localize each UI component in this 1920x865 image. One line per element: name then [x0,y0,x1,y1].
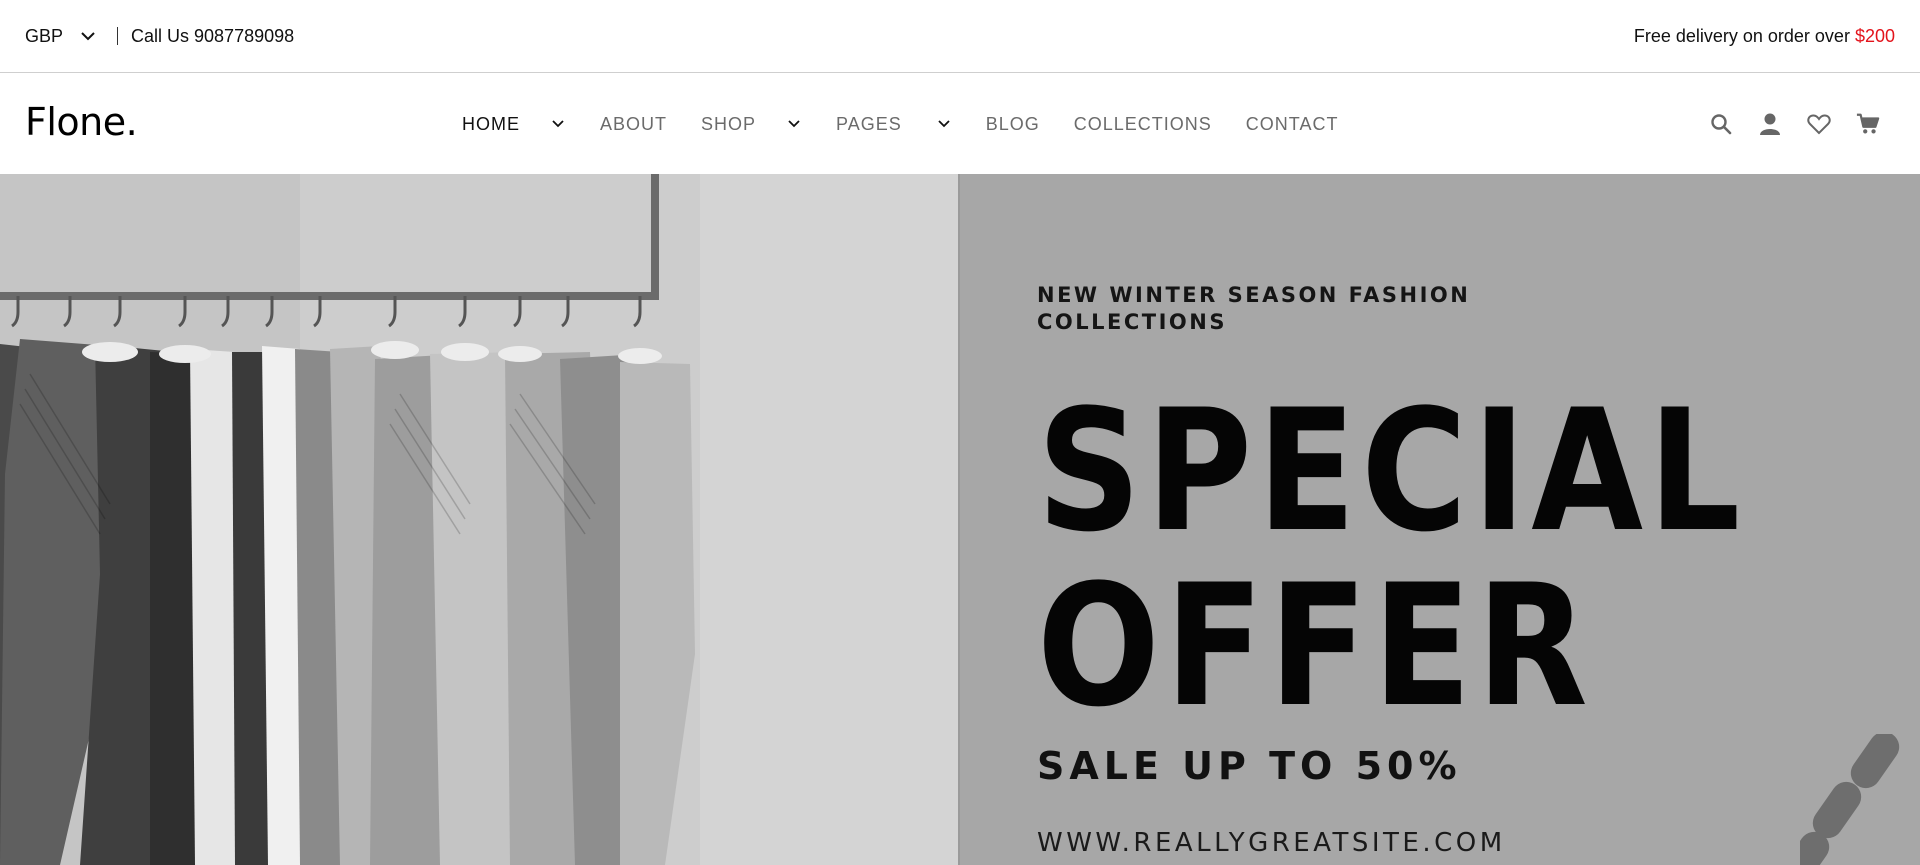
nav-item-label: PAGES [836,113,902,134]
logo[interactable]: Flone. [25,100,138,144]
cart-icon[interactable] [1856,112,1880,136]
decorative-chain-graphic [1800,734,1900,865]
free-delivery-notice: Free delivery on order over $200 [1634,26,1895,47]
free-delivery-amount: $200 [1854,25,1895,46]
top-bar: GBP Call Us 9087789098 Free delivery on … [0,0,1920,73]
nav-item-shop[interactable]: SHOP [701,114,802,135]
hero-headline: SPECIAL OFFER [1037,373,1746,744]
hero-sale-text: SALE UP TO 50% [1037,744,1462,788]
hero-headline-line-2: OFFER [1037,548,1593,744]
chevron-down-icon [552,120,564,128]
free-delivery-text: Free delivery on order over [1633,25,1855,46]
hero-banner[interactable]: NEW WINTER SEASON FASHION COLLECTIONS SP… [0,174,1920,865]
heart-icon[interactable] [1807,112,1831,136]
search-icon[interactable] [1709,112,1733,136]
nav-item-blog[interactable]: BLOG [986,114,1040,135]
hero-text: NEW WINTER SEASON FASHION COLLECTIONS SP… [1037,282,1797,858]
nav-item-label: CONTACT [1245,113,1339,134]
hero-eyebrow: NEW WINTER SEASON FASHION COLLECTIONS [1037,283,1471,334]
nav-item-label: ABOUT [600,113,668,134]
currency-label: GBP [25,25,64,46]
nav-item-home[interactable]: HOME [462,114,566,135]
currency-selector[interactable]: GBP [25,26,97,47]
nav-item-collections[interactable]: COLLECTIONS [1074,114,1212,135]
clothes-rack-photo [0,174,960,865]
hero-website: WWW.REALLYGREATSITE.COM [1037,828,1506,858]
nav-item-contact[interactable]: CONTACT [1246,114,1339,135]
chevron-down-icon [788,120,800,128]
nav-item-label: HOME [462,113,520,134]
call-us-text: Call Us 9087789098 [131,25,295,46]
hero-headline-line-1: SPECIAL [1037,373,1746,569]
nav-item-label: BLOG [985,113,1040,134]
chevron-down-icon [938,120,950,128]
main-nav: HOME ABOUT SHOP PAGES BLOG COLLECTIONS C… [462,74,1338,174]
nav-item-label: SHOP [701,113,757,134]
chevron-down-icon [81,32,95,41]
nav-item-pages[interactable]: PAGES [836,114,952,135]
divider [117,27,119,45]
nav-item-label: COLLECTIONS [1073,113,1212,134]
top-bar-left: GBP Call Us 9087789098 [25,26,294,47]
header-icons [1709,74,1880,174]
user-icon[interactable] [1758,112,1782,136]
nav-item-about[interactable]: ABOUT [600,114,667,135]
main-header: Flone. HOME ABOUT SHOP PAGES BLOG COLLEC… [0,74,1920,174]
